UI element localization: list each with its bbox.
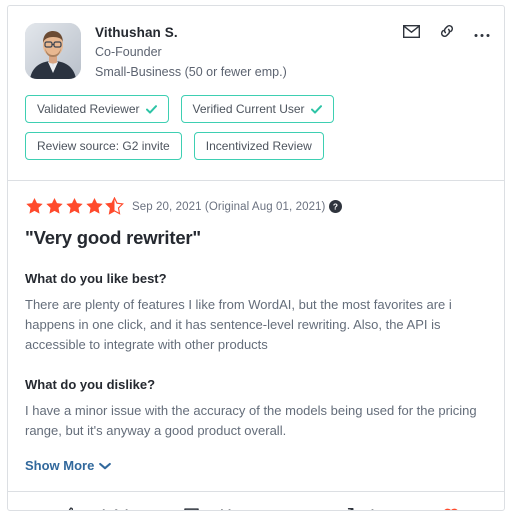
badge-label: Review source: G2 invite (37, 139, 170, 153)
star-icon-5-half (105, 197, 124, 215)
link-icon[interactable] (439, 23, 455, 44)
save-review-button[interactable]: Save this Review (443, 508, 504, 511)
star-icon-4 (86, 197, 103, 214)
mail-icon[interactable] (402, 24, 421, 43)
check-icon (145, 104, 157, 114)
like-heading: What do you like best? (25, 271, 167, 286)
avatar (25, 23, 81, 79)
reviewer-role: Co-Founder (95, 45, 162, 59)
reviewer-segment: Small-Business (50 or fewer emp.) (95, 65, 287, 79)
reviewer-info: Vithushan S. Co-Founder Small-Business (… (95, 23, 287, 81)
helpful-label: Helpful? (86, 508, 136, 511)
rating-row: Sep 20, 2021 (Original Aug 01, 2021)? (25, 197, 487, 216)
review-title: "Very good rewriter" (25, 227, 201, 248)
review-footer: Helpful? Add Comment Share (8, 492, 504, 511)
heart-icon (443, 508, 459, 510)
chevron-down-icon (99, 458, 112, 473)
badge-label: Verified Current User (192, 102, 305, 116)
star-icon-3 (66, 197, 83, 214)
save-review-label: Save this Review (467, 508, 504, 511)
badge-list: Validated Reviewer Verified Current User… (8, 81, 504, 160)
review-header: Vithushan S. Co-Founder Small-Business (… (8, 6, 504, 81)
ellipsis-icon[interactable] (474, 25, 490, 43)
badge-label: Validated Reviewer (37, 102, 140, 116)
add-comment-label: Add Comment (207, 508, 292, 511)
thumbs-up-icon (63, 507, 78, 510)
star-icon-2 (46, 197, 63, 214)
show-more-button[interactable]: Show More (25, 458, 112, 473)
share-icon (339, 507, 354, 510)
comment-icon (184, 507, 199, 510)
dislike-body: I have a minor issue with the accuracy o… (25, 403, 477, 438)
badge-incentivized-review[interactable]: Incentivized Review (193, 132, 324, 160)
star-icon-1 (26, 197, 43, 214)
check-icon (310, 104, 322, 114)
review-body: Sep 20, 2021 (Original Aug 01, 2021)? "V… (8, 181, 504, 475)
like-body: There are plenty of features I like from… (25, 297, 452, 352)
badge-label: Incentivized Review (205, 139, 312, 153)
badge-review-source[interactable]: Review source: G2 invite (25, 132, 182, 160)
helpful-button[interactable]: Helpful? (63, 507, 136, 511)
badge-verified-current-user[interactable]: Verified Current User (180, 95, 334, 123)
share-label: Share (362, 508, 397, 511)
svg-text:?: ? (332, 202, 337, 212)
reviewer-name: Vithushan S. (95, 25, 178, 40)
star-rating (25, 197, 124, 216)
share-button[interactable]: Share (339, 507, 397, 511)
show-more-label: Show More (25, 458, 95, 473)
dislike-heading: What do you dislike? (25, 377, 156, 392)
review-card: Vithushan S. Co-Founder Small-Business (… (7, 5, 505, 511)
badge-validated-reviewer[interactable]: Validated Reviewer (25, 95, 169, 123)
question-mark-icon[interactable]: ? (328, 200, 342, 213)
review-date: Sep 20, 2021 (Original Aug 01, 2021)? (132, 200, 342, 213)
header-actions (402, 23, 490, 44)
add-comment-button[interactable]: Add Comment (184, 507, 292, 511)
